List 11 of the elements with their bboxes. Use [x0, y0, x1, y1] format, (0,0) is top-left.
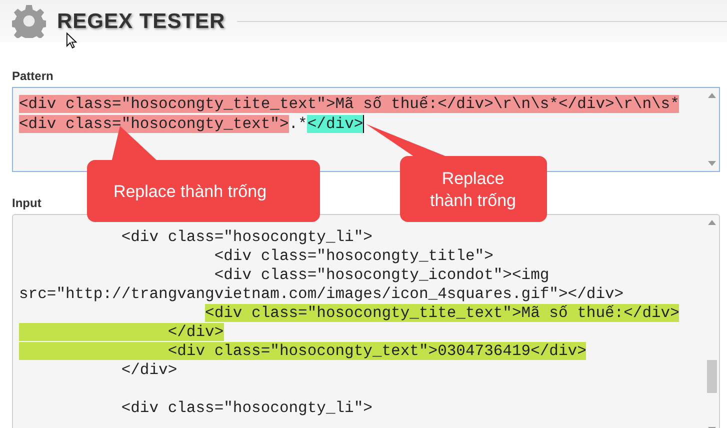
gear-icon: [12, 4, 46, 38]
mouse-cursor-icon: [66, 32, 77, 49]
callout: Replace thành trống: [366, 124, 547, 222]
scrollbar-thumb[interactable]: [706, 360, 716, 393]
scroll-up-icon[interactable]: [708, 220, 716, 225]
page-title: REGEX TESTER: [57, 10, 226, 32]
field-label: Input: [12, 196, 42, 210]
input-field[interactable]: <div class="hosocongty_li"> <div class="hosocongty_title"> <div class="hosocongty_icondot"><img src="http://trangvangvietnam.com/images/icon_4squares.gif"></div> <div class="hosocongty_tite_text">Mã số thuế:</div> </div> <div class="hosocongty_text">0304736419</div> </div> <div class="hosocongty_li">: [12, 214, 720, 428]
scroll-up-icon[interactable]: [708, 93, 716, 98]
scroll-down-icon[interactable]: [708, 161, 716, 166]
field-label: Pattern: [12, 69, 54, 83]
